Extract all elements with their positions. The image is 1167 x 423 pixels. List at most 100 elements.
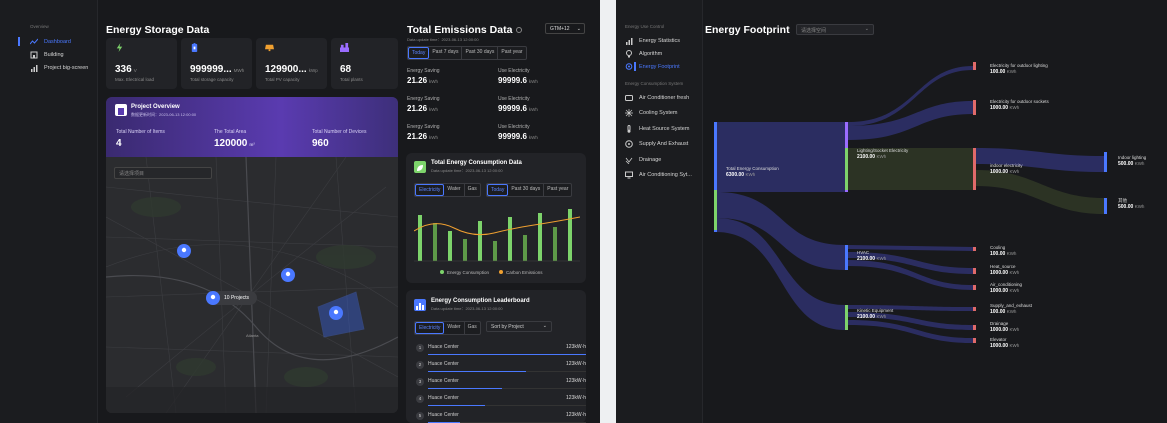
sankey-label-indoor-electricity: indoor electricity 1000.00 KWh	[990, 163, 1023, 175]
tab-gas[interactable]: Gas	[465, 322, 480, 334]
consumption-update: Data update time：2023-06-13 12:00:00	[431, 168, 503, 173]
kpi-label: Total plants	[340, 77, 363, 82]
tab-past-year[interactable]: Past year	[498, 47, 525, 59]
sankey-node-hvac	[845, 245, 848, 270]
consumption-bar	[538, 213, 542, 261]
legend-item: Carbon Emissions	[499, 270, 543, 275]
sankey-label-lighting: Lighting/Socket Electricity 2100.00 KWh	[857, 148, 909, 160]
bar-chart-icon	[31, 64, 38, 72]
kpi-value: 999999... MWh	[190, 64, 245, 75]
consumption-chart	[414, 209, 580, 262]
sankey-label-heat-source: Heat_source 1000.00 KWh	[990, 264, 1020, 276]
map-pin[interactable]	[281, 268, 295, 287]
sankey-label-kinetic: Kinetic Equipment 2100.00 KWh	[857, 308, 894, 320]
rank-badge: 4	[416, 395, 424, 403]
tab-past-30-days[interactable]: Past 30 days	[508, 184, 545, 196]
project-value: 123kW·h	[565, 378, 586, 384]
sankey-label-air-conditioning: Air_conditioning 1000.00 KWh	[990, 282, 1023, 294]
stat-value-area: 120000 m²	[214, 138, 255, 149]
tab-water[interactable]: Water	[444, 184, 465, 196]
leaderboard-title: Energy Consumption Leaderboard	[431, 298, 530, 304]
kpi-value: 336 V	[115, 64, 137, 75]
emissions-period-tabs: Today Past 7 days Past 30 days Past year	[407, 46, 527, 60]
consumption-bar	[433, 223, 437, 261]
sort-select[interactable]: Sort by Project ⌄	[486, 321, 552, 332]
plant-icon	[340, 43, 349, 52]
consumption-bar	[553, 227, 557, 261]
project-map[interactable]: Project Overview 数据更新时间：2023-06-13 12:00…	[106, 97, 398, 413]
project-select[interactable]: 请选择项目	[114, 167, 212, 179]
kpi-card-max-load: 336 V Max. Electrical load	[106, 38, 177, 89]
stat-label: Total Number of Items	[116, 129, 165, 135]
sidebar: Overview Dashboard Building Project big-…	[0, 0, 98, 423]
tab-past-year[interactable]: Past year	[544, 184, 571, 196]
progress-track	[428, 354, 586, 355]
tab-gas[interactable]: Gas	[465, 184, 480, 196]
sidebar-item-label: Building	[44, 51, 64, 58]
project-value: 123kW·h	[565, 361, 586, 367]
consumption-type-tabs: Electricity Water Gas	[414, 183, 481, 197]
sankey-label-drainage: Drainage 1000.00 KWh	[990, 321, 1020, 333]
sankey-node-elevator	[973, 338, 976, 343]
sankey-label-supply-exhaust: Supply_and_exhaust 100.00 KWh	[990, 303, 1033, 315]
tab-electricity[interactable]: Electricity	[415, 184, 445, 196]
tab-electricity[interactable]: Electricity	[415, 322, 445, 334]
kpi-card-storage-capacity: 999999... MWh Total storage capacity	[181, 38, 252, 89]
chevron-down-icon: ⌄	[542, 323, 547, 329]
kpi-label: Total PV capacity	[265, 77, 300, 82]
progress-bar	[428, 405, 485, 406]
kpi-value: 129900... kWp	[265, 64, 318, 75]
progress-bar	[428, 354, 586, 355]
kpi-card-total-plants: 68 Total plants	[331, 38, 398, 89]
sankey-label-total: Total Energy Consumption 6300.00 KWh	[726, 166, 779, 178]
map-pin[interactable]	[329, 306, 343, 325]
leaderboard-row[interactable]: 2 Huace Center 123kW·h	[416, 359, 586, 377]
timezone-select[interactable]: GTM+12 ⌄	[545, 23, 585, 34]
leaderboard-row[interactable]: 5 Huace Center 123kW·h	[416, 410, 586, 423]
project-cluster-badge[interactable]: 10 Projects	[206, 291, 258, 305]
rank-badge: 5	[416, 412, 424, 420]
progress-bar	[428, 371, 526, 372]
emissions-title: Total Emissions Data	[407, 24, 523, 36]
sidebar-item-project-big-screen[interactable]: Project big-screen	[0, 61, 97, 74]
consumption-bar	[418, 215, 422, 261]
sankey-label-outdoor-sockets: Electricity for outdoor sockets 1000.00 K…	[990, 99, 1049, 111]
location-pin-icon	[206, 291, 220, 305]
chart-legend: Energy Consumption Carbon Emissions	[440, 270, 543, 275]
sankey-label-indoor-lighting: Indoor lighting 500.00 KWh	[1118, 155, 1147, 167]
sankey-node-kinetic	[845, 305, 848, 330]
sidebar-item-dashboard[interactable]: Dashboard	[0, 35, 97, 48]
tab-today[interactable]: Today	[487, 184, 509, 196]
sankey-node-outdoor-lighting	[973, 62, 976, 70]
kpi-label: Total storage capacity	[190, 77, 234, 82]
project-name: Huace Center	[428, 361, 459, 367]
consumption-bar	[568, 209, 572, 261]
project-overview-panel: Project Overview 数据更新时间：2023-06-13 12:00…	[106, 97, 398, 157]
page-title: Energy Storage Data	[106, 24, 210, 36]
tab-water[interactable]: Water	[444, 322, 465, 334]
sidebar-item-building[interactable]: Building	[0, 48, 97, 61]
sankey-label-cooling: Cooling 100.00 KWh	[990, 245, 1017, 257]
project-name: Huace Center	[428, 412, 459, 418]
building-icon	[30, 51, 38, 58]
leaderboard-row[interactable]: 3 Huace Center 123kW·h	[416, 376, 586, 394]
leaf-icon	[414, 161, 426, 173]
sankey-node-heat-source	[973, 268, 976, 274]
leaderboard-row[interactable]: 4 Huace Center 123kW·h	[416, 393, 586, 411]
legend-item: Energy Consumption	[440, 270, 489, 275]
info-icon[interactable]	[516, 27, 523, 34]
consumption-bar	[523, 235, 527, 261]
tab-past-7-days[interactable]: Past 7 days	[429, 47, 463, 59]
tab-past-30-days[interactable]: Past 30 days	[462, 47, 499, 59]
leaderboard-row[interactable]: 1 Huace Center 123kW·h	[416, 342, 586, 360]
solar-panel-icon	[265, 44, 274, 52]
consumption-bar	[463, 239, 467, 261]
energy-storage-dashboard: Overview Dashboard Building Project big-…	[0, 0, 600, 423]
sankey-diagram	[714, 62, 1107, 343]
leaderboard-update: Data update time：2023-06-13 12:00:00	[431, 306, 503, 311]
map-pin[interactable]	[177, 244, 191, 263]
tab-today[interactable]: Today	[408, 47, 430, 59]
chart-icon	[414, 299, 426, 311]
cluster-label: 10 Projects	[224, 295, 250, 301]
sankey-node-cooling	[973, 247, 976, 251]
